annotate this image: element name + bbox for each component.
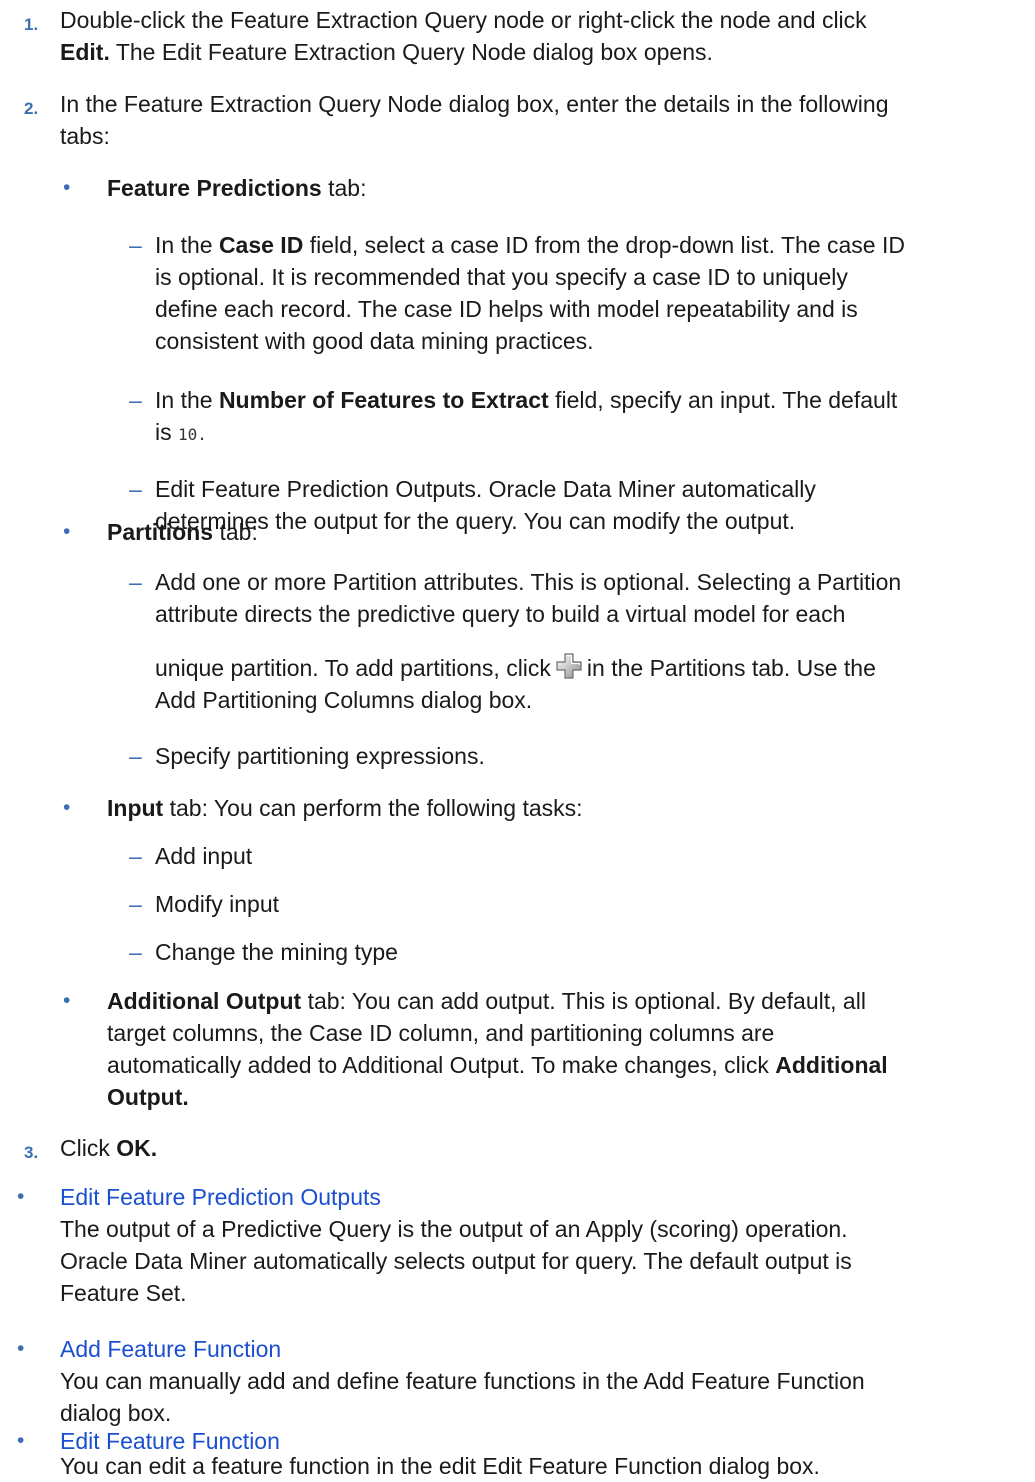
num-features-line-1: In the Number of Features to Extract fie… — [155, 387, 898, 413]
bullet: • — [17, 1429, 25, 1452]
num-features-line-2: is 10. — [155, 419, 207, 445]
case-id-line-2: is optional. It is recommended that you … — [155, 264, 848, 290]
dash: – — [129, 891, 142, 917]
step-number: 1. — [24, 15, 39, 34]
dash: – — [129, 939, 142, 965]
partitions-specify-line: Specify partitioning expressions. — [155, 743, 485, 769]
additional-output-line-2: target columns, the Case ID column, and … — [107, 1020, 775, 1046]
dash: – — [129, 743, 142, 769]
bullet: • — [17, 1337, 25, 1360]
partitions-bold: Partitions — [107, 519, 214, 545]
partitions-add-line-4: Add Partitioning Columns dialog box. — [155, 687, 533, 713]
tab-suffix: tab: — [321, 175, 367, 201]
dash: – — [129, 232, 142, 258]
bullet: • — [63, 989, 71, 1012]
input-tab-item: Input tab: You can perform the following… — [107, 795, 583, 821]
partitions-tab-item: Partitions tab: — [107, 519, 258, 545]
step-2-line-2: tabs: — [60, 123, 110, 149]
default-value-code: 10 — [178, 425, 198, 444]
edit-feature-prediction-outputs-link[interactable]: Edit Feature Prediction Outputs — [60, 1181, 381, 1213]
additional-output-line-4: Output. — [107, 1084, 189, 1110]
related-1-desc-line-1: The output of a Predictive Query is the … — [60, 1216, 848, 1242]
feature-predictions-tab-item: Feature Predictions tab: — [107, 172, 367, 204]
case-id-bold: Case ID — [218, 232, 304, 258]
bullet: • — [63, 796, 71, 819]
step-3-line: Click OK. — [60, 1135, 158, 1161]
dash: – — [129, 387, 142, 413]
additional-output-bold: Additional Output — [107, 988, 302, 1014]
dash: – — [129, 843, 142, 869]
edit-bold: Edit. — [60, 39, 110, 65]
input-bold: Input — [107, 795, 164, 821]
case-id-line-3: define each record. The case ID helps wi… — [155, 296, 858, 322]
related-1-desc-line-3: Feature Set. — [60, 1280, 187, 1306]
step-2-line-1: In the Feature Extraction Query Node dia… — [60, 91, 889, 117]
dash: – — [129, 569, 142, 595]
ok-bold: OK. — [116, 1135, 158, 1161]
bullet: • — [63, 176, 71, 199]
related-2-desc-line-1: You can manually add and define feature … — [60, 1368, 865, 1394]
input-task-item: Change the mining type — [155, 939, 398, 965]
bullet: • — [63, 520, 71, 543]
additional-output-line-3: automatically added to Additional Output… — [107, 1052, 888, 1078]
add-partition-plus-icon — [555, 652, 583, 680]
partitions-add-line-1: Add one or more Partition attributes. Th… — [155, 569, 902, 595]
add-feature-function-link[interactable]: Add Feature Function — [60, 1333, 281, 1365]
feature-predictions-bold: Feature Predictions — [107, 175, 322, 201]
step-1-line-1: Double-click the Feature Extraction Quer… — [60, 7, 867, 33]
step-1-line-2-rest: The Edit Feature Extraction Query Node d… — [109, 39, 713, 65]
bullet: • — [17, 1185, 25, 1208]
step-1-line-2: Edit. The Edit Feature Extraction Query … — [60, 36, 713, 68]
num-features-bold: Number of Features to Extract — [218, 387, 549, 413]
step-number: 3. — [24, 1143, 39, 1162]
related-1-desc-line-2: Oracle Data Miner automatically selects … — [60, 1248, 852, 1274]
step-number: 2. — [24, 99, 39, 118]
case-id-line-1: In the Case ID field, select a case ID f… — [155, 232, 905, 258]
related-3-desc-line-1: You can edit a feature function in the e… — [60, 1453, 820, 1479]
partitions-add-line-3: unique partition. To add partitions, cli… — [155, 652, 876, 684]
input-task-item: Add input — [155, 843, 253, 869]
case-id-line-4: consistent with good data mining practic… — [155, 328, 594, 354]
edit-outputs-line-1: Edit Feature Prediction Outputs. Oracle … — [155, 476, 816, 502]
additional-output-line-1: Additional Output tab: You can add outpu… — [107, 988, 866, 1014]
dash: – — [129, 476, 142, 502]
input-task-item: Modify input — [155, 891, 280, 917]
partitions-add-line-2: attribute directs the predictive query t… — [155, 601, 846, 627]
